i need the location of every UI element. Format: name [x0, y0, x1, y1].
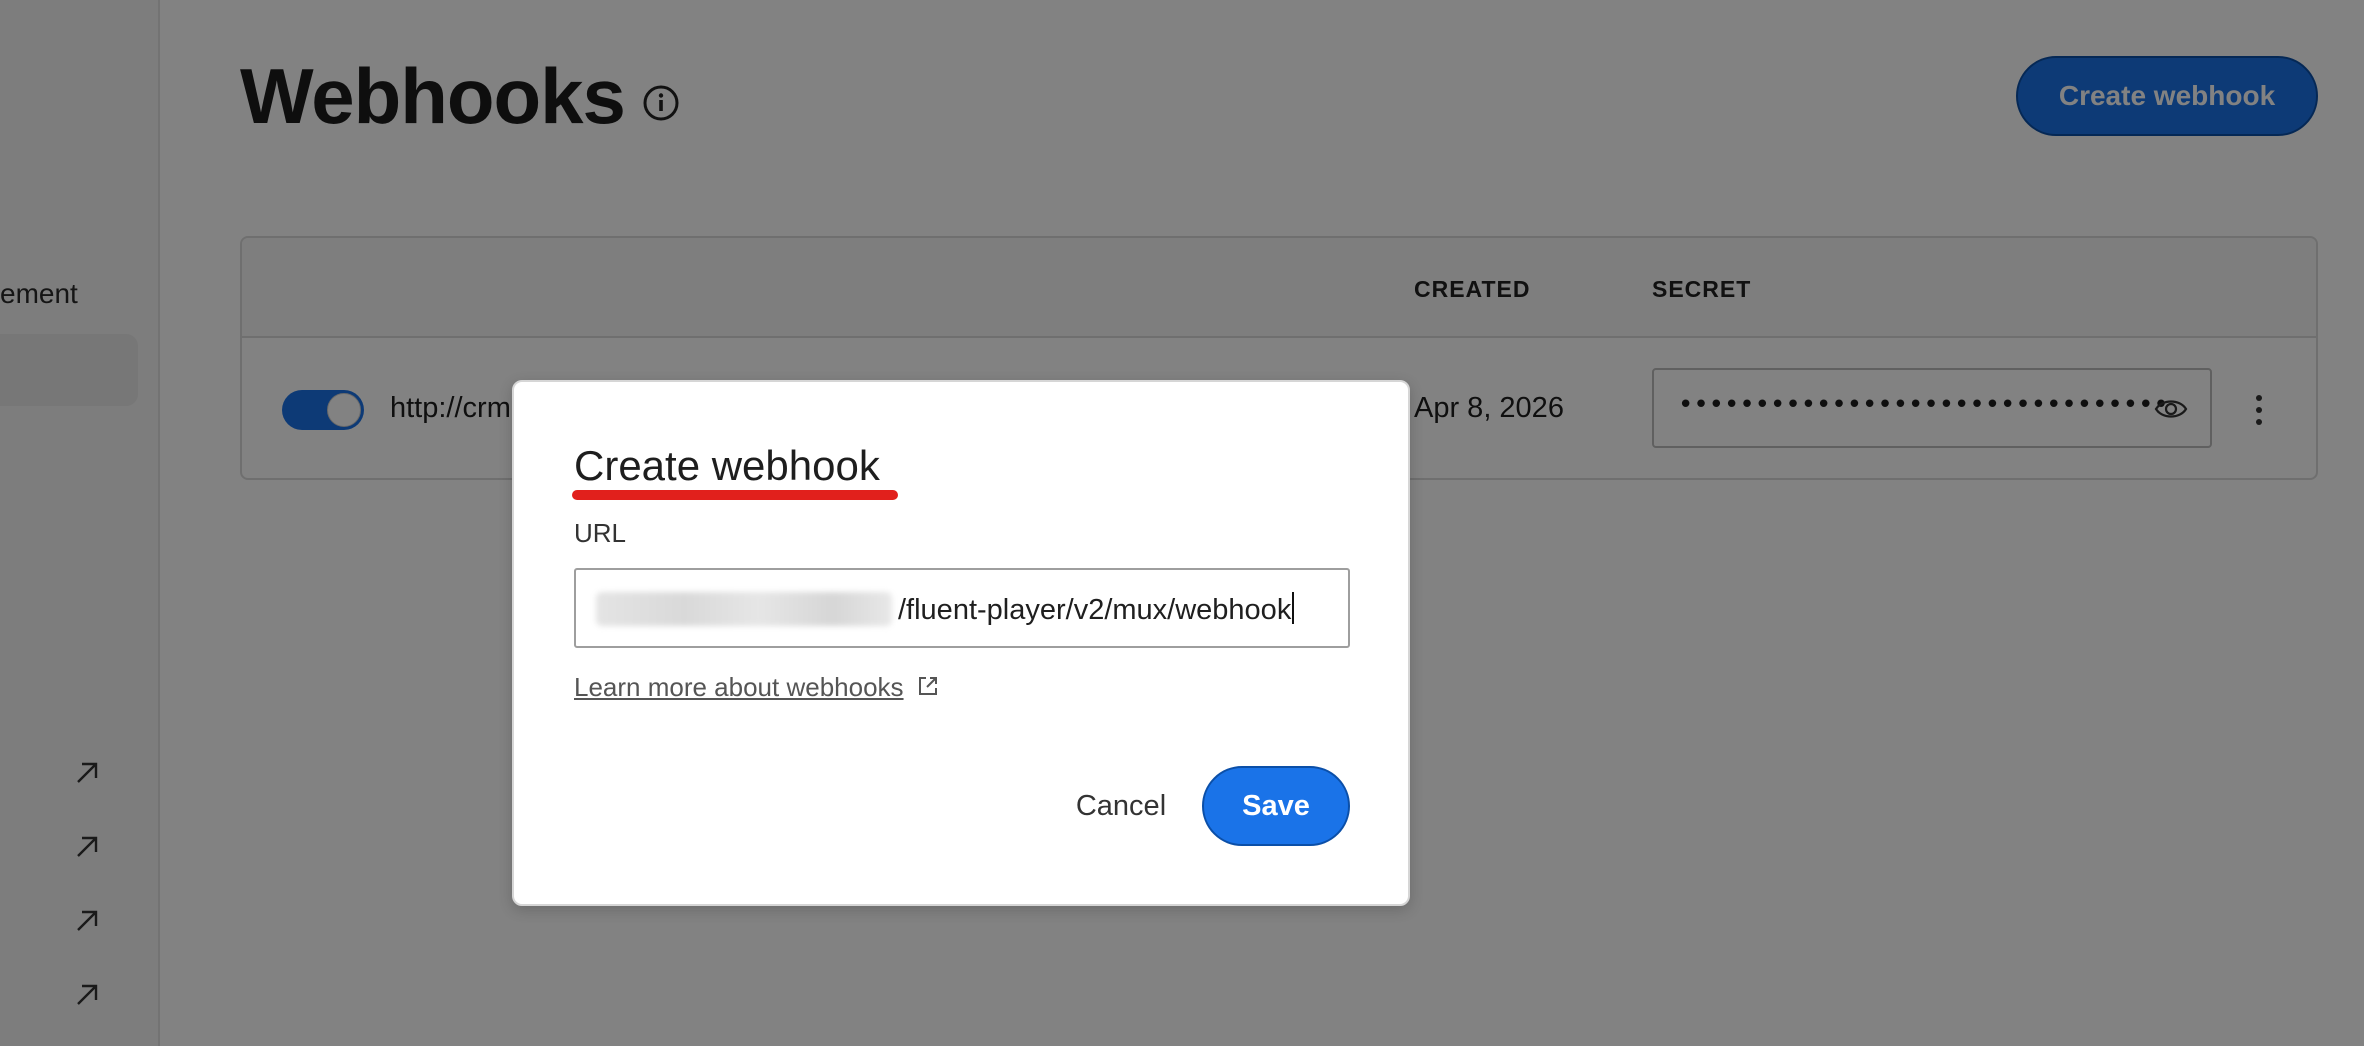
save-button[interactable]: Save [1202, 766, 1350, 846]
title-highlight-underline [572, 490, 898, 500]
create-webhook-dialog: Create webhook URL /fluent-player/v2/mux… [512, 380, 1410, 906]
url-input[interactable]: /fluent-player/v2/mux/webhook [574, 568, 1350, 648]
cancel-button[interactable]: Cancel [1050, 766, 1192, 846]
url-label: URL [574, 518, 627, 548]
dialog-title: Create webhook [574, 442, 880, 489]
url-input-value: /fluent-player/v2/mux/webhook [898, 592, 1295, 627]
redacted-host [596, 592, 892, 626]
text-caret [1292, 592, 1295, 624]
external-link-icon[interactable] [916, 674, 940, 698]
learn-more-link[interactable]: Learn more about webhooks [574, 672, 904, 703]
